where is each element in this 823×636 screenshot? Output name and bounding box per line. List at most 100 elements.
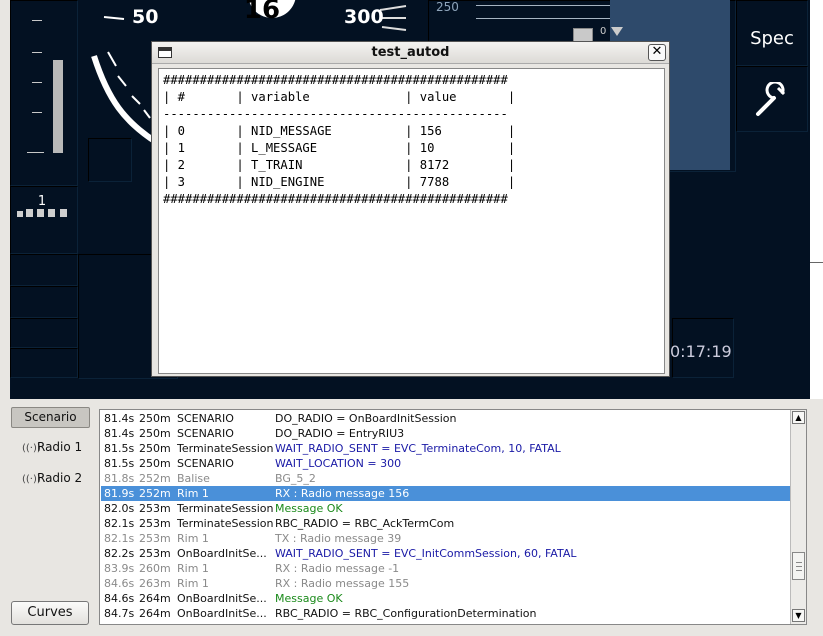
log-message: RX : Radio message 155 [275, 577, 410, 590]
curves-button[interactable]: Curves [11, 601, 89, 625]
planning-marker: 0 [600, 26, 607, 37]
close-icon[interactable]: ✕ [648, 44, 666, 61]
log-time: 81.8s [104, 472, 135, 485]
triangle-down-icon [611, 27, 623, 36]
dialog-text-line: ########################################… [163, 73, 508, 87]
log-dist: 263m [139, 577, 171, 590]
log-message: Message OK [275, 502, 343, 515]
dialog-text-line: | # | variable | value | [163, 90, 516, 104]
event-log[interactable]: 81.4s 250m SCENARIO DO_RADIO = OnBoardInitS… [99, 409, 807, 625]
log-row[interactable]: 84.7s 264m OnBoardInitSe... RBC_RADIO = RBC… [101, 606, 790, 621]
log-source: OnBoardInitSe... [177, 607, 267, 620]
distance-tick [32, 112, 42, 113]
log-time: 81.5s [104, 442, 135, 455]
log-dist: 264m [139, 592, 171, 605]
antenna-icon: ((·)) [22, 474, 41, 485]
log-dist: 252m [139, 472, 171, 485]
log-row[interactable]: 82.0s 253m TerminateSession Message OK [101, 501, 790, 516]
speed-label-50: 50 [132, 6, 159, 28]
log-message: Message OK [275, 592, 343, 605]
dialog-text-line: | 3 | NID_ENGINE | 7788 | [163, 175, 516, 189]
log-message: RBC_RADIO = RBC_AckTermCom [275, 517, 455, 530]
scenario-button[interactable]: Scenario [11, 407, 90, 428]
arrow-up-icon[interactable]: ▲ [792, 411, 805, 424]
log-time: 82.2s [104, 547, 135, 560]
log-row[interactable]: 83.9s 260m Rim 1 RX : Radio message -1 [101, 561, 790, 576]
log-row[interactable]: 84.6s 264m OnBoardInitSe... Message OK [101, 591, 790, 606]
log-message: WAIT_RADIO_SENT = EVC_InitCommSession, 6… [275, 547, 577, 560]
log-time: 84.6s [104, 577, 135, 590]
dialog-title: test_autod [371, 45, 450, 60]
log-message: WAIT_RADIO_SENT = EVC_TerminateCom, 10, … [275, 442, 561, 455]
message-table-text: ########################################… [163, 72, 660, 208]
radio-1-item[interactable]: ((·))Radio 1 [22, 440, 82, 454]
log-time: 82.1s [104, 517, 135, 530]
log-dist: 252m [139, 487, 171, 500]
planning-scale-label: 250 [436, 0, 459, 14]
log-source: Rim 1 [177, 532, 209, 545]
radio-1-label: Radio 1 [37, 440, 83, 454]
a-cell [10, 254, 78, 286]
log-time: 81.5s [104, 457, 135, 470]
log-source: Rim 1 [177, 577, 209, 590]
log-row[interactable]: 81.8s 252m Balise BG_5_2 [101, 471, 790, 486]
log-message: DO_RADIO = OnBoardInitSession [275, 412, 457, 425]
log-row[interactable]: 81.4s 250m SCENARIO DO_RADIO = OnBoardInitS… [101, 411, 790, 426]
distance-tick [27, 152, 44, 153]
log-time: 82.0s [104, 502, 135, 515]
log-row[interactable]: 81.4s 250m SCENARIO DO_RADIO = EntryRIU3 [101, 426, 790, 441]
wrench-icon [756, 82, 786, 116]
log-dist: 250m [139, 457, 171, 470]
log-source: TerminateSession [177, 442, 273, 455]
log-dist: 253m [139, 502, 171, 515]
log-row[interactable]: 82.2s 253m OnBoardInitSe... WAIT_RADIO_SENT… [101, 546, 790, 561]
antenna-icon: ((·)) [22, 443, 41, 454]
spec-label: Spec [750, 28, 794, 49]
dialog-text-area[interactable]: ########################################… [158, 68, 665, 374]
log-source: SCENARIO [177, 427, 234, 440]
dialog-text-line: | 0 | NID_MESSAGE | 156 | [163, 124, 516, 138]
log-message: WAIT_LOCATION = 300 [275, 457, 402, 470]
log-row[interactable]: 82.1s 253m Rim 1 TX : Radio message 39 [101, 531, 790, 546]
log-dist: 264m [139, 607, 171, 620]
dmi-panel: 1 50 300 16 250 0 Spec 0:17:19 test_auto… [0, 0, 823, 399]
dialog-text-line: ----------------------------------------… [163, 107, 508, 121]
control-panel: Scenario ((·))Radio 1 ((·))Radio 2 Curve… [0, 400, 823, 636]
log-time: 81.4s [104, 412, 135, 425]
dialog-titlebar[interactable]: test_autod ✕ [152, 42, 669, 64]
log-source: Rim 1 [177, 562, 209, 575]
speed-label-300: 300 [344, 6, 384, 28]
log-row[interactable]: 81.5s 250m SCENARIO WAIT_LOCATION = 300 [101, 456, 790, 471]
log-time: 82.1s [104, 532, 135, 545]
clock: 0:17:19 [670, 342, 732, 361]
log-row[interactable]: 82.1s 253m TerminateSession RBC_RADIO = RBC… [101, 516, 790, 531]
log-row[interactable]: 84.6s 263m Rim 1 RX : Radio message 155 [101, 576, 790, 591]
log-source: SCENARIO [177, 412, 234, 425]
level-label: 1 [37, 194, 47, 209]
log-time: 84.6s [104, 592, 135, 605]
arrow-down-icon[interactable]: ▼ [792, 609, 805, 622]
test-autod-dialog: test_autod ✕ ###########################… [151, 41, 670, 377]
log-message: RX : Radio message -1 [275, 562, 400, 575]
scrollbar-thumb[interactable] [792, 552, 805, 580]
log-row[interactable]: 81.9s 252m Rim 1 RX : Radio message 156 [101, 486, 790, 501]
log-dist: 253m [139, 517, 171, 530]
log-dist: 250m [139, 427, 171, 440]
log-time: 83.9s [104, 562, 135, 575]
planning-zoom-button[interactable] [573, 28, 593, 42]
log-scrollbar[interactable]: ▲ ▼ [790, 410, 806, 624]
a-cell [10, 286, 78, 318]
dialog-text-line: ########################################… [163, 192, 508, 206]
log-source: OnBoardInitSe... [177, 547, 267, 560]
log-time: 84.7s [104, 607, 135, 620]
log-row[interactable]: 81.5s 250m TerminateSession WAIT_RADIO_SENT… [101, 441, 790, 456]
log-message: DO_RADIO = EntryRIU3 [275, 427, 405, 440]
a-cell [10, 318, 78, 348]
radio-2-item[interactable]: ((·))Radio 2 [22, 471, 82, 485]
log-time: 81.4s [104, 427, 135, 440]
log-message: BG_5_2 [275, 472, 316, 485]
distance-tick [32, 20, 42, 21]
distance-bar-cell [10, 0, 78, 186]
right-edge-panel [810, 0, 823, 399]
distance-tick [32, 82, 42, 83]
